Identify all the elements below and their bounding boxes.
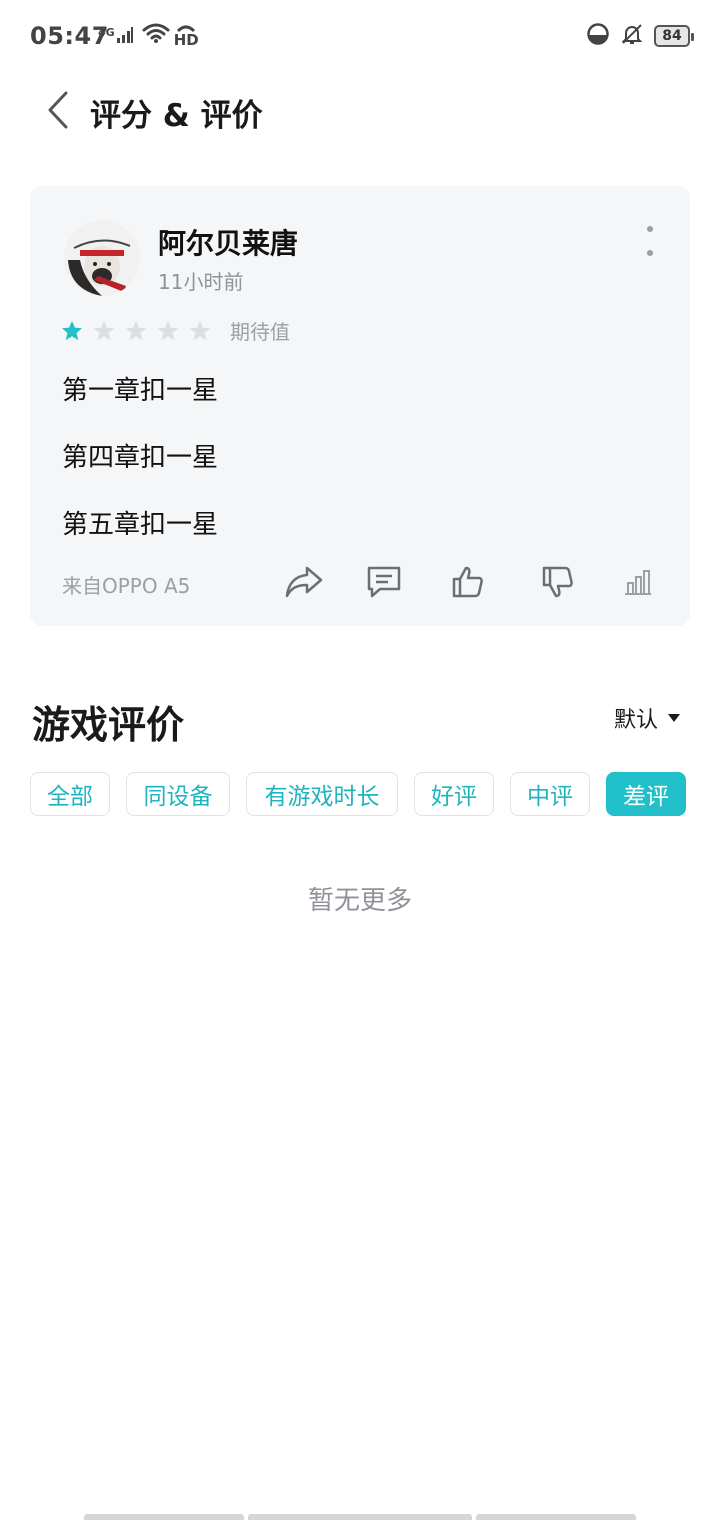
review-text-line: 第一章扣一星 <box>62 376 219 406</box>
share-button[interactable] <box>284 562 324 602</box>
filter-chip-same-device[interactable]: 同设备 <box>126 772 230 816</box>
chevron-left-icon <box>48 91 68 129</box>
review-text-line: 第五章扣一星 <box>62 510 219 540</box>
thumbs-down-icon <box>542 566 573 598</box>
page-title: 评分 & 评价 <box>90 98 263 134</box>
back-button[interactable] <box>36 86 80 134</box>
bar-chart-icon <box>625 570 651 595</box>
status-right-icons: 84 <box>586 22 694 50</box>
indicator-segment <box>248 1514 472 1520</box>
indicator-segment <box>84 1514 244 1520</box>
star-icon-empty <box>94 320 114 340</box>
review-text-line: 第四章扣一星 <box>62 443 219 473</box>
caret-down-icon <box>668 714 680 722</box>
filter-chip-positive[interactable]: 好评 <box>414 772 494 816</box>
comment-icon <box>367 566 401 598</box>
signal-icon: 4G <box>98 26 134 44</box>
section-title: 游戏评价 <box>32 703 185 747</box>
wifi-icon <box>142 22 170 48</box>
rating-label: 期待值 <box>230 320 290 344</box>
dot-icon <box>647 250 653 256</box>
bell-off-icon <box>620 22 644 50</box>
stats-button[interactable] <box>618 562 658 602</box>
more-options-button[interactable] <box>640 226 660 256</box>
status-bar: 05:47 4G HD 84 <box>0 0 720 76</box>
sort-dropdown[interactable]: 默认 <box>614 702 680 734</box>
review-username[interactable]: 阿尔贝莱唐 <box>158 222 298 262</box>
dislike-button[interactable] <box>538 562 578 602</box>
my-review-card[interactable]: 阿尔贝莱唐 11小时前 期待值 第一章扣一星 第四章扣一星 第五章扣一星 来自O… <box>30 186 690 626</box>
filter-chip-negative[interactable]: 差评 <box>606 772 686 816</box>
star-icon-empty <box>126 320 146 340</box>
filter-chip-playtime[interactable]: 有游戏时长 <box>246 772 398 816</box>
like-button[interactable] <box>448 562 488 602</box>
filter-chip-all[interactable]: 全部 <box>30 772 110 816</box>
bottom-indicator <box>84 1514 636 1520</box>
network-label: 4G <box>98 26 115 39</box>
status-left-icons: 4G HD <box>98 22 199 48</box>
share-icon <box>285 566 323 598</box>
battery-indicator: 84 <box>654 25 694 47</box>
review-device: 来自OPPO A5 <box>62 574 191 598</box>
thumbs-up-icon <box>452 566 483 598</box>
avatar[interactable] <box>64 220 140 296</box>
rating-stars: 期待值 <box>60 316 290 345</box>
star-icon-empty <box>158 320 178 340</box>
dot-icon <box>647 226 653 232</box>
hd-icon: HD <box>173 23 199 49</box>
sort-label: 默认 <box>613 708 658 733</box>
data-saver-icon <box>586 22 610 50</box>
empty-state-text: 暂无更多 <box>307 886 412 916</box>
filter-chip-neutral[interactable]: 中评 <box>510 772 590 816</box>
star-icon-empty <box>190 320 210 340</box>
filter-chips: 全部 同设备 有游戏时长 好评 中评 差评 <box>30 772 686 816</box>
star-icon-filled <box>62 320 82 340</box>
comment-button[interactable] <box>364 562 404 602</box>
hd-label: HD <box>173 31 199 49</box>
indicator-segment <box>476 1514 636 1520</box>
review-time: 11小时前 <box>158 270 244 294</box>
top-bar: 评分 & 评价 <box>0 76 720 146</box>
